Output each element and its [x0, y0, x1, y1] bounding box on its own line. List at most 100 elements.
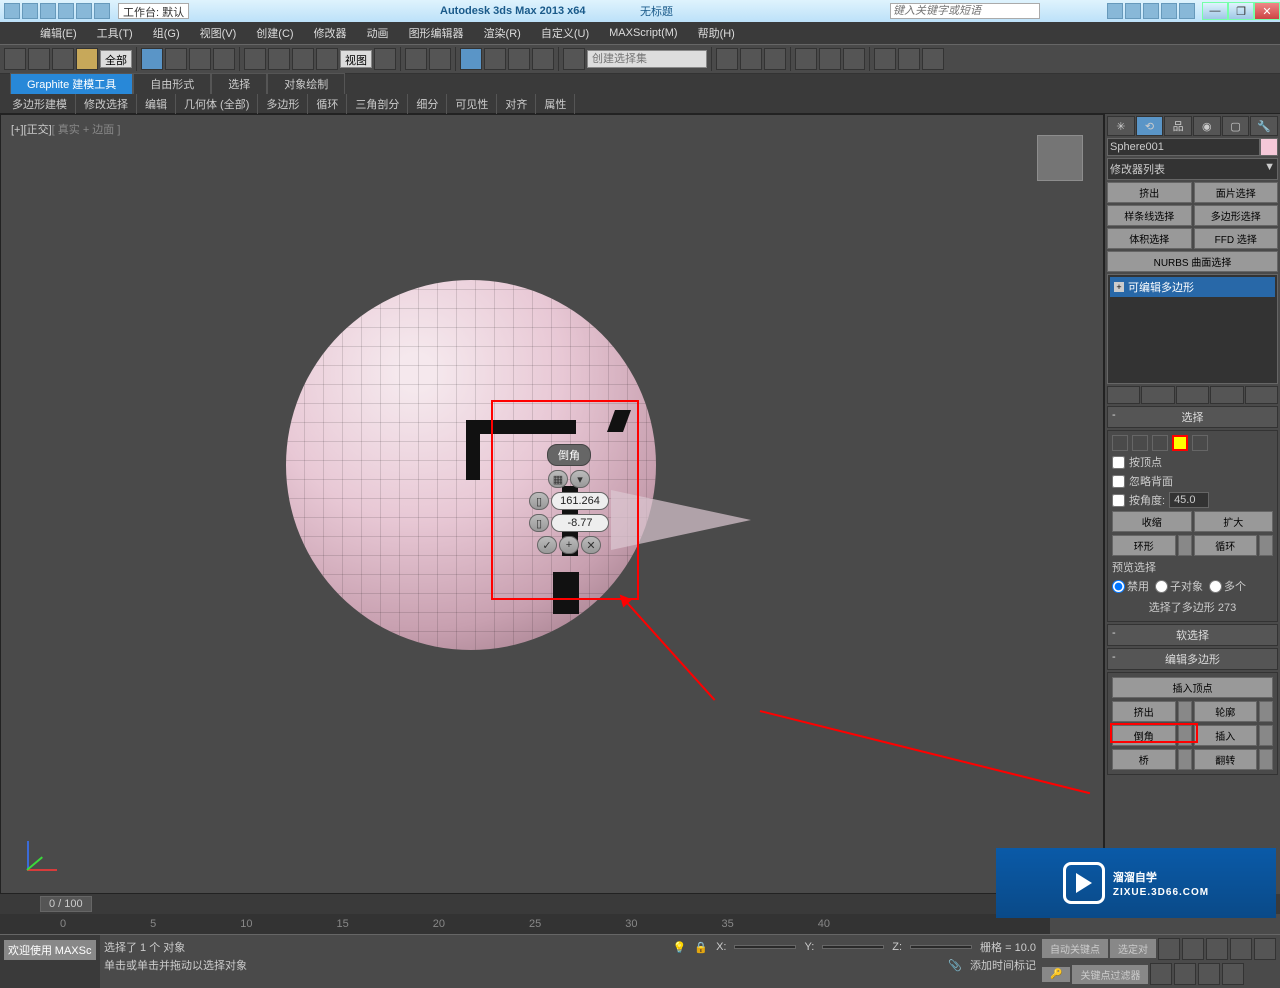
- render-setup-button[interactable]: [874, 48, 896, 70]
- edge-icon[interactable]: [1132, 435, 1148, 451]
- maximize-button[interactable]: ❐: [1228, 2, 1254, 20]
- border-icon[interactable]: [1152, 435, 1168, 451]
- inset-button[interactable]: 插入: [1194, 725, 1258, 746]
- selection-filter[interactable]: 全部: [100, 50, 132, 68]
- keymode-button[interactable]: [429, 48, 451, 70]
- modifier-stack[interactable]: +可编辑多边形: [1107, 274, 1278, 384]
- lock2-icon[interactable]: 🔒: [694, 941, 708, 954]
- caddy-type-button[interactable]: ▦: [548, 470, 568, 488]
- stack-item-editpoly[interactable]: +可编辑多边形: [1110, 277, 1275, 297]
- loop-button[interactable]: 循环: [1194, 535, 1258, 556]
- menu-animation[interactable]: 动画: [357, 25, 399, 41]
- rib-poly[interactable]: 多边形: [258, 94, 308, 114]
- select-button[interactable]: [141, 48, 163, 70]
- menu-graph[interactable]: 图形编辑器: [399, 25, 474, 41]
- nav-pan-icon[interactable]: [1150, 963, 1172, 985]
- viewcube[interactable]: [1037, 135, 1083, 181]
- rollout-selection-header[interactable]: 选择: [1107, 406, 1278, 428]
- ring-button[interactable]: 环形: [1112, 535, 1176, 556]
- selset-button[interactable]: 选定对: [1110, 939, 1156, 958]
- rib-edit[interactable]: 编辑: [137, 94, 176, 114]
- redo-button[interactable]: [28, 48, 50, 70]
- caddy-type-arrow[interactable]: ▾: [570, 470, 590, 488]
- tab-modify-icon[interactable]: ⟲: [1136, 116, 1164, 136]
- radio-off[interactable]: 禁用: [1112, 578, 1149, 594]
- rollout-editpoly-header[interactable]: 编辑多边形: [1107, 648, 1278, 670]
- x-field[interactable]: [734, 945, 796, 949]
- extrude-settings[interactable]: [1178, 701, 1192, 722]
- add-time-tag[interactable]: 添加时间标记: [970, 957, 1036, 973]
- ribbon-tab-selection[interactable]: 选择: [211, 73, 267, 94]
- insert-vertex-button[interactable]: 插入顶点: [1112, 677, 1273, 698]
- tab-hierarchy-icon[interactable]: 品: [1164, 116, 1192, 136]
- curve-editor-button[interactable]: [795, 48, 817, 70]
- object-color-swatch[interactable]: [1260, 138, 1278, 156]
- menu-views[interactable]: 视图(V): [190, 25, 247, 41]
- minimize-button[interactable]: —: [1202, 2, 1228, 20]
- loop-spinner[interactable]: [1259, 535, 1273, 556]
- object-name-field[interactable]: [1107, 138, 1260, 156]
- extrude-button[interactable]: 挤出: [1112, 701, 1176, 722]
- rotate-button[interactable]: [268, 48, 290, 70]
- angle-snap[interactable]: [484, 48, 506, 70]
- scale-button[interactable]: [292, 48, 314, 70]
- schematic-button[interactable]: [819, 48, 841, 70]
- mod-vol[interactable]: 体积选择: [1107, 228, 1192, 249]
- shrink-button[interactable]: 收缩: [1112, 511, 1192, 532]
- goto-start-icon[interactable]: [1158, 938, 1180, 960]
- tab-create-icon[interactable]: ✳: [1107, 116, 1135, 136]
- link-button[interactable]: [52, 48, 74, 70]
- time-ruler[interactable]: 0510152025303540: [0, 914, 1050, 934]
- select-name-button[interactable]: [165, 48, 187, 70]
- unlink-button[interactable]: [76, 48, 98, 70]
- rib-props[interactable]: 属性: [536, 94, 575, 114]
- refsys-button[interactable]: [316, 48, 338, 70]
- undo-icon[interactable]: [58, 3, 74, 19]
- favorites-icon[interactable]: [1125, 3, 1141, 19]
- exchange-icon[interactable]: [1161, 3, 1177, 19]
- z-field[interactable]: [910, 945, 972, 949]
- time-position[interactable]: 0 / 100: [40, 896, 92, 912]
- render-frame-button[interactable]: [898, 48, 920, 70]
- ref-coord-dropdown[interactable]: 视图: [340, 50, 372, 68]
- new-icon[interactable]: [4, 3, 20, 19]
- next-frame-icon[interactable]: [1230, 938, 1252, 960]
- lock-icon[interactable]: 💡: [673, 941, 687, 954]
- autokey-button[interactable]: 自动关键点: [1042, 939, 1108, 958]
- radio-multi[interactable]: 多个: [1209, 578, 1246, 594]
- rib-align[interactable]: 对齐: [497, 94, 536, 114]
- ribbon-tab-paint[interactable]: 对象绘制: [267, 73, 345, 94]
- vertex-icon[interactable]: [1112, 435, 1128, 451]
- goto-end-icon[interactable]: [1254, 938, 1276, 960]
- flip-button[interactable]: 翻转: [1194, 749, 1258, 770]
- nav-orbit-icon[interactable]: [1198, 963, 1220, 985]
- rollout-softsel-header[interactable]: 软选择: [1107, 624, 1278, 646]
- inset-settings[interactable]: [1259, 725, 1273, 746]
- nav-max-icon[interactable]: [1222, 963, 1244, 985]
- undo-button[interactable]: [4, 48, 26, 70]
- config-sets-icon[interactable]: [1245, 386, 1278, 404]
- modifier-list[interactable]: 修改器列表▼: [1107, 158, 1278, 180]
- percent-snap[interactable]: [508, 48, 530, 70]
- by-vertex-check[interactable]: 按顶点: [1112, 454, 1273, 470]
- y-field[interactable]: [822, 945, 884, 949]
- rib-subdiv[interactable]: 细分: [408, 94, 447, 114]
- nav-zoom-icon[interactable]: [1174, 963, 1196, 985]
- keyfilter-button[interactable]: 关键点过滤器: [1072, 965, 1148, 984]
- menu-tools[interactable]: 工具(T): [87, 25, 143, 41]
- rib-geom[interactable]: 几何体 (全部): [176, 94, 258, 114]
- workspace-selector[interactable]: 工作台: 默认: [118, 3, 189, 19]
- remove-mod-icon[interactable]: [1210, 386, 1243, 404]
- layers-button[interactable]: [764, 48, 786, 70]
- menu-render[interactable]: 渲染(R): [474, 25, 531, 41]
- move-button[interactable]: [244, 48, 266, 70]
- help-search[interactable]: [890, 3, 1040, 19]
- viewport[interactable]: [+][正交][ 真实 + 边面 ] 倒角 ▦▾ ▯161.264 ▯-8.77…: [0, 114, 1104, 894]
- ribbon-tab-graphite[interactable]: Graphite 建模工具: [10, 73, 133, 94]
- mod-patch[interactable]: 面片选择: [1194, 182, 1279, 203]
- rib-poly-model[interactable]: 多边形建模: [4, 94, 76, 114]
- named-sel-button[interactable]: [563, 48, 585, 70]
- outline-button[interactable]: 轮廓: [1194, 701, 1258, 722]
- mirror-button[interactable]: [716, 48, 738, 70]
- ring-spinner[interactable]: [1178, 535, 1192, 556]
